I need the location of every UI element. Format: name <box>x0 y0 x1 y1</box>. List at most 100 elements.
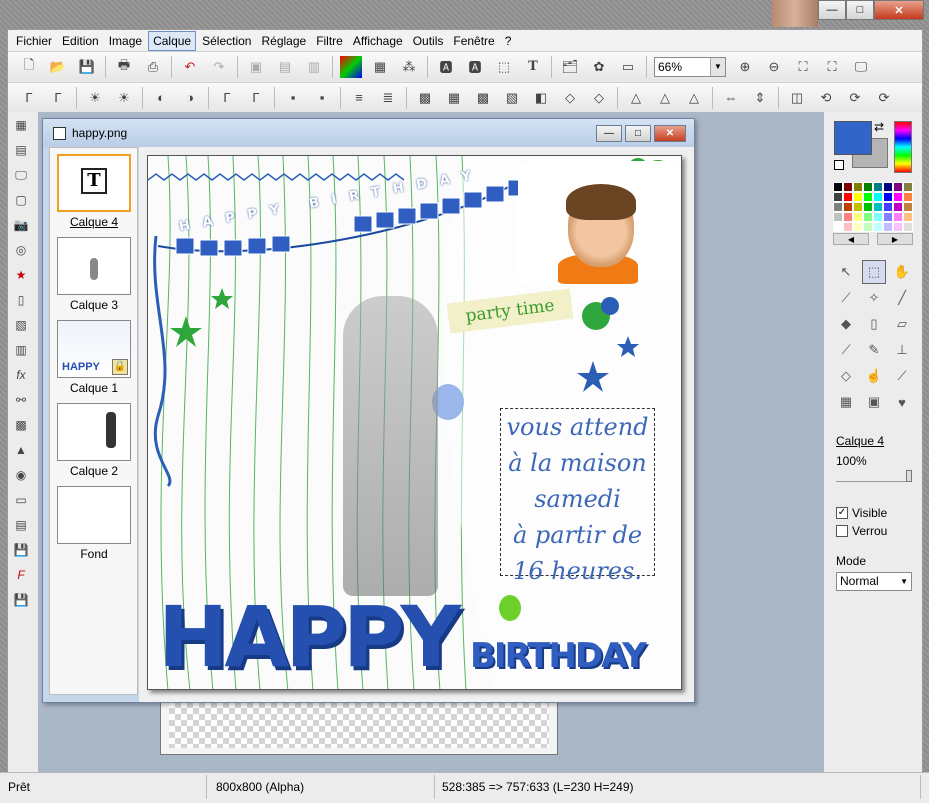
texture-icon[interactable]: ▥ <box>10 339 32 361</box>
palette-swatch[interactable] <box>833 222 843 232</box>
pixelate-icon[interactable]: ▩ <box>472 87 494 109</box>
opacity-slider-knob[interactable] <box>906 470 912 482</box>
palette-swatch[interactable] <box>873 192 883 202</box>
app-minimize-button[interactable]: — <box>818 0 846 20</box>
filter-icon[interactable]: ◧ <box>530 87 552 109</box>
brush-icon[interactable]: ⟋ <box>834 338 858 362</box>
histogram-icon[interactable]: ▲ <box>10 439 32 461</box>
palette-swatch[interactable] <box>833 212 843 222</box>
menu-image[interactable]: Image <box>105 32 146 50</box>
blur-icon[interactable]: △ <box>654 87 676 109</box>
menu-affichage[interactable]: Affichage <box>349 32 407 50</box>
line-tool-icon[interactable]: ╱ <box>890 286 914 310</box>
smudge-icon[interactable]: ☝ <box>862 364 886 388</box>
contrast-plus-icon[interactable]: ◑ <box>179 87 201 109</box>
gamma-auto-plus-icon[interactable]: Γ <box>47 87 69 109</box>
document-titlebar[interactable]: happy.png — □ ✕ <box>43 119 694 147</box>
heart-tool-icon[interactable]: ♥ <box>890 390 914 414</box>
primary-color-swatch[interactable] <box>834 121 872 155</box>
effect-icon[interactable]: ⁂ <box>398 56 420 78</box>
palette-swatch[interactable] <box>903 192 913 202</box>
magic-wand-icon[interactable]: ✧ <box>862 286 886 310</box>
palette-swatch[interactable] <box>853 202 863 212</box>
rotate-icon[interactable]: ⟳ <box>873 87 895 109</box>
gamma-minus-icon[interactable]: Γ <box>216 87 238 109</box>
zoom-in-icon[interactable]: ⊕ <box>734 56 756 78</box>
palette-swatch[interactable] <box>893 192 903 202</box>
spray-tool-icon[interactable]: ▯ <box>862 312 886 336</box>
swap-colors-icon[interactable]: ⇄ <box>874 120 884 134</box>
cut-icon[interactable]: ▣ <box>245 56 267 78</box>
text-tool-icon[interactable]: T <box>522 56 544 78</box>
palette-swatch[interactable] <box>883 222 893 232</box>
palette-swatch[interactable] <box>833 202 843 212</box>
menu-edition[interactable]: Edition <box>58 32 103 50</box>
rotate-right-icon[interactable]: ⟳ <box>844 87 866 109</box>
contrast-minus-icon[interactable]: ◐ <box>150 87 172 109</box>
hand-tool-icon[interactable]: ✋ <box>890 260 914 284</box>
palette-swatch[interactable] <box>863 192 873 202</box>
palette-swatch[interactable] <box>843 222 853 232</box>
palette-swatch[interactable] <box>833 182 843 192</box>
palette-next-icon[interactable]: ▶ <box>877 233 913 245</box>
palette-swatch[interactable] <box>853 182 863 192</box>
layer-thumbnail[interactable] <box>57 403 131 461</box>
palette-swatch[interactable] <box>893 202 903 212</box>
fill-tool-icon[interactable]: ◆ <box>834 312 858 336</box>
menu-outils[interactable]: Outils <box>409 32 448 50</box>
mosaic-icon[interactable]: ▩ <box>414 87 436 109</box>
fit-window-icon[interactable]: ⛶ <box>792 56 814 78</box>
chevron-down-icon[interactable]: ▼ <box>710 57 725 76</box>
plugin-icon[interactable]: ✿ <box>588 56 610 78</box>
blend-mode-select[interactable]: Normal ▼ <box>836 572 912 591</box>
sphere-icon[interactable]: ◎ <box>10 239 32 261</box>
invitation-text-box[interactable]: vous attend à la maison samedi à partir … <box>500 408 655 585</box>
grid-icon[interactable]: ▦ <box>443 87 465 109</box>
monitor-icon[interactable]: 🖵 <box>10 164 32 186</box>
actual-size-icon[interactable]: ⛶ <box>821 56 843 78</box>
palette-swatch[interactable] <box>843 192 853 202</box>
chain-icon[interactable]: ⚯ <box>10 389 32 411</box>
menu-help[interactable]: ? <box>501 32 516 50</box>
capture-icon[interactable]: ▤ <box>10 139 32 161</box>
drop-2-icon[interactable]: ◇ <box>588 87 610 109</box>
print-icon[interactable]: 🖶 <box>113 56 135 78</box>
doc-minimize-button[interactable]: — <box>596 125 622 142</box>
app-maximize-button[interactable]: □ <box>846 0 874 20</box>
palette-swatch[interactable] <box>893 212 903 222</box>
copy-icon[interactable]: ▤ <box>274 56 296 78</box>
palette-swatch[interactable] <box>873 202 883 212</box>
browser-icon[interactable]: 🗂 <box>559 56 581 78</box>
menu-reglage[interactable]: Réglage <box>257 32 310 50</box>
palette-swatch[interactable] <box>883 182 893 192</box>
save-icon[interactable]: 💾 <box>76 56 98 78</box>
drop-tool-icon[interactable]: ◇ <box>834 364 858 388</box>
palette-swatch[interactable] <box>903 182 913 192</box>
palette-swatch[interactable] <box>863 222 873 232</box>
save-2000-icon[interactable]: 💾 <box>10 539 32 561</box>
calculator-icon[interactable]: ▦ <box>10 114 32 136</box>
doc-maximize-button[interactable]: □ <box>625 125 651 142</box>
palette-swatch[interactable] <box>883 192 893 202</box>
menu-calque[interactable]: Calque <box>148 30 197 51</box>
palette-swatch[interactable] <box>863 212 873 222</box>
levels-icon[interactable]: ≡ <box>348 87 370 109</box>
layer-thumbnail[interactable] <box>57 237 131 295</box>
lock-checkbox[interactable]: Verrou <box>836 524 887 538</box>
texture-tool-icon[interactable]: ▦ <box>834 390 858 414</box>
layer-item-calque-1[interactable]: HAPPY 🔒 Calque 1 <box>56 320 132 395</box>
redo-icon[interactable]: ↷ <box>208 56 230 78</box>
text-frame-icon[interactable]: 🅰 <box>435 56 457 78</box>
palette-swatch[interactable] <box>863 182 873 192</box>
layer-item-calque-4[interactable]: T Calque 4 <box>56 154 132 229</box>
pen-icon[interactable]: ✎ <box>862 338 886 362</box>
undo-icon[interactable]: ↶ <box>179 56 201 78</box>
photo-tool-icon[interactable]: ▣ <box>862 390 886 414</box>
layer-thumbnail[interactable]: HAPPY 🔒 <box>57 320 131 378</box>
palette-swatch[interactable] <box>843 212 853 222</box>
function-icon[interactable]: fx <box>10 364 32 386</box>
brightness-plus-icon[interactable]: ☀ <box>113 87 135 109</box>
menu-filtre[interactable]: Filtre <box>312 32 347 50</box>
palette-swatch[interactable] <box>893 182 903 192</box>
palette-prev-icon[interactable]: ◀ <box>833 233 869 245</box>
